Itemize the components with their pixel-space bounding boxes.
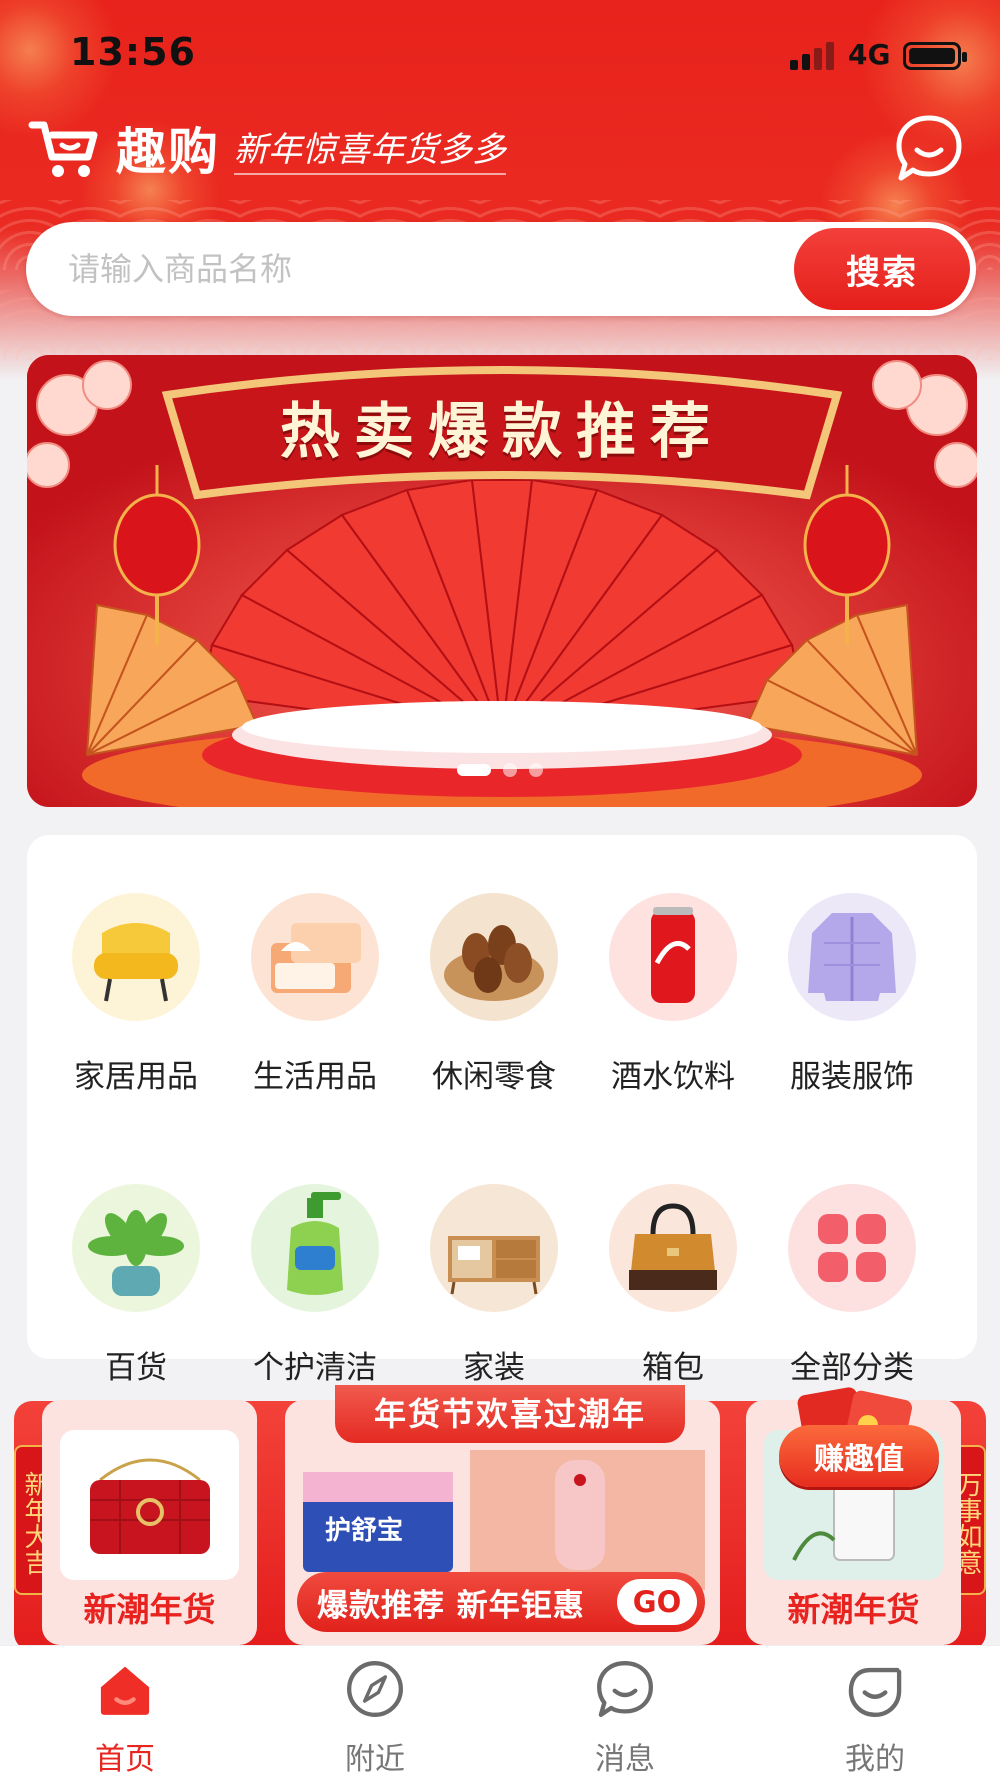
promo-caption: 新潮年货 <box>83 1590 216 1629</box>
battery-icon <box>903 42 967 70</box>
go-button[interactable]: GO <box>617 1579 697 1625</box>
succulent-plant-icon <box>72 1184 200 1312</box>
category-label: 全部分类 <box>790 1350 914 1386</box>
search-input[interactable] <box>68 244 758 294</box>
soap-bottle-icon <box>251 1184 379 1312</box>
status-bar: 13:56 4G <box>0 0 1000 110</box>
carousel-indicator[interactable] <box>457 763 543 777</box>
category-label: 服装服饰 <box>790 1059 914 1095</box>
signal-icon <box>790 42 836 70</box>
brand-slogan: 新年惊喜年货多多 <box>234 122 506 175</box>
profile-icon <box>848 1667 902 1717</box>
category-label: 酒水饮料 <box>611 1059 735 1095</box>
carousel-dot-active[interactable] <box>457 764 491 776</box>
hero-banner[interactable]: 热卖爆款推荐 <box>27 355 977 807</box>
banner-title: 热卖爆款推荐 <box>280 397 724 467</box>
category-item-home-goods[interactable]: 家居用品 <box>71 893 201 1096</box>
category-label: 百货 <box>105 1350 167 1386</box>
promo-section: 新年大吉 万事如意 新潮年货 护舒宝 年货节欢喜过潮年 爆款推荐 新年钜惠 GO <box>0 1385 1000 1645</box>
product-brand: 护舒宝 <box>325 1516 404 1546</box>
nav-messages[interactable]: 消息 <box>500 1646 750 1778</box>
category-item-general[interactable]: 百货 <box>71 1184 201 1387</box>
nav-home[interactable]: 首页 <box>0 1646 250 1778</box>
nav-label: 附近 <box>345 1742 405 1777</box>
promo-card-left[interactable]: 新潮年货 <box>42 1400 257 1645</box>
promo-center-title: 年货节欢喜过潮年 <box>335 1385 685 1443</box>
puffer-jacket-icon <box>788 893 916 1021</box>
category-item-drinks[interactable]: 酒水饮料 <box>608 893 738 1096</box>
category-item-home-decor[interactable]: 家装 <box>429 1184 559 1387</box>
category-item-bags[interactable]: 箱包 <box>608 1184 738 1387</box>
category-item-apparel[interactable]: 服装服饰 <box>787 893 917 1096</box>
handbag-icon <box>609 1184 737 1312</box>
earn-points-badge[interactable]: 赚趣值 <box>779 1425 939 1487</box>
category-item-all[interactable]: 全部分类 <box>787 1184 917 1387</box>
category-grid: 家居用品 生活用品 休闲零食 酒水饮料 服装服饰 百货 个护清洁 家装 箱包 全… <box>71 893 933 1387</box>
grid-four-icon <box>788 1184 916 1312</box>
category-label: 个护清洁 <box>253 1350 377 1386</box>
pecan-nuts-icon <box>430 893 558 1021</box>
brand-name: 趣购 <box>116 123 220 181</box>
shopping-cart-icon <box>28 121 98 177</box>
category-label: 箱包 <box>642 1350 704 1386</box>
handbag-icon <box>90 1458 210 1554</box>
cola-can-icon <box>609 893 737 1021</box>
nav-label: 我的 <box>845 1742 905 1777</box>
category-label: 家居用品 <box>74 1059 198 1095</box>
cabinet-icon <box>430 1184 558 1312</box>
nav-profile[interactable]: 我的 <box>750 1646 1000 1778</box>
category-card: 家居用品 生活用品 休闲零食 酒水饮料 服装服饰 百货 个护清洁 家装 箱包 全… <box>27 835 977 1386</box>
product-image <box>60 1430 239 1580</box>
armchair-icon <box>72 893 200 1021</box>
nav-nearby[interactable]: 附近 <box>250 1646 500 1778</box>
search-button[interactable]: 搜索 <box>794 228 970 310</box>
brand-header: 趣购 新年惊喜年货多多 <box>28 108 506 188</box>
carousel-dot[interactable] <box>529 763 543 777</box>
nav-label: 消息 <box>595 1742 655 1777</box>
status-time: 13:56 <box>70 30 196 74</box>
search-bar: 搜索 <box>26 222 976 316</box>
category-item-personal-care[interactable]: 个护清洁 <box>250 1184 380 1387</box>
promo-caption: 新潮年货 <box>787 1590 920 1629</box>
category-label: 生活用品 <box>253 1059 377 1095</box>
category-item-daily-goods[interactable]: 生活用品 <box>250 893 380 1096</box>
category-label: 家装 <box>463 1350 525 1386</box>
bottom-nav: 首页 附近 消息 我的 <box>0 1645 1000 1778</box>
category-label: 休闲零食 <box>432 1059 556 1095</box>
chat-bubble-icon[interactable] <box>893 112 965 184</box>
category-item-snacks[interactable]: 休闲零食 <box>429 893 559 1096</box>
carousel-dot[interactable] <box>503 763 517 777</box>
network-type: 4G <box>848 38 891 71</box>
tissue-box-icon <box>251 893 379 1021</box>
message-icon <box>597 1661 653 1717</box>
compass-icon <box>347 1661 403 1717</box>
nav-label: 首页 <box>95 1742 155 1777</box>
home-icon <box>100 1666 150 1715</box>
promo-center-bar[interactable]: 爆款推荐 新年钜惠 GO <box>297 1572 705 1632</box>
promo-center-text: 爆款推荐 新年钜惠 <box>317 1587 585 1624</box>
